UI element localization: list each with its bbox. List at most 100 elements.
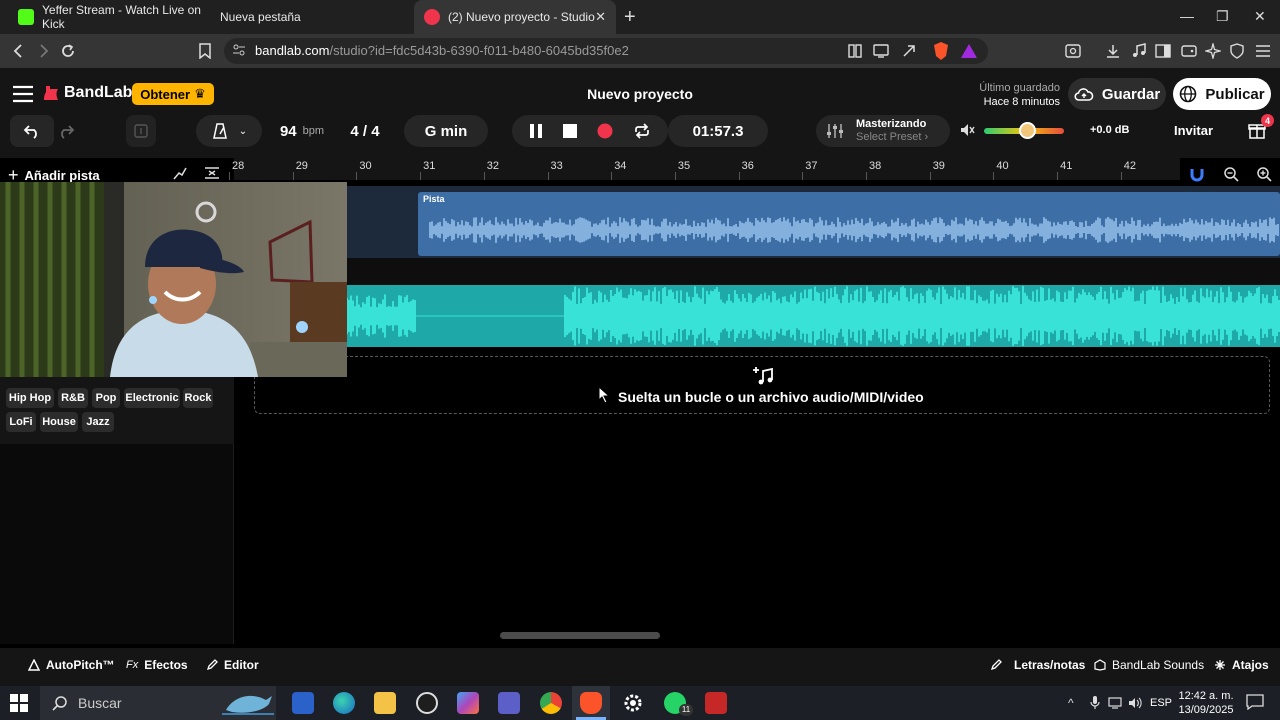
- stop-button[interactable]: [563, 124, 577, 138]
- kick-favicon-icon: [18, 9, 34, 25]
- genre-chip-house[interactable]: House: [40, 412, 78, 432]
- cast-icon[interactable]: [870, 40, 892, 62]
- downloads-icon[interactable]: [1102, 40, 1124, 62]
- browser-menu-icon[interactable]: [1252, 40, 1274, 62]
- close-window-icon[interactable]: ✕: [1254, 8, 1266, 25]
- volume-knob[interactable]: [1019, 122, 1036, 139]
- publish-button[interactable]: Publicar: [1173, 78, 1271, 110]
- input-language[interactable]: ESP: [1150, 697, 1172, 709]
- site-info-icon[interactable]: [232, 43, 246, 57]
- hamburger-menu-icon[interactable]: [12, 85, 34, 103]
- snapshot-button[interactable]: [126, 115, 156, 147]
- genre-chip-hiphop[interactable]: Hip Hop: [6, 388, 54, 408]
- reload-icon[interactable]: [57, 40, 79, 62]
- browser-tab-kick[interactable]: Yeffer Stream - Watch Live on Kick: [8, 0, 208, 34]
- minimize-window-icon[interactable]: —: [1180, 8, 1194, 24]
- get-membership-button[interactable]: Obtener ♛: [132, 83, 214, 105]
- tempo-control[interactable]: 94 bpm: [264, 115, 340, 147]
- bar-tick-line: [674, 172, 676, 180]
- studio-bottom-bar: [0, 648, 1280, 686]
- zoom-out-icon[interactable]: [1223, 166, 1239, 182]
- fit-tracks-icon[interactable]: [204, 165, 220, 181]
- brave-taskbar-icon[interactable]: [580, 692, 602, 714]
- speaker-icon[interactable]: [960, 123, 976, 137]
- genre-chip-pop[interactable]: Pop: [92, 388, 120, 408]
- track-separator: [347, 258, 1280, 285]
- maximize-window-icon[interactable]: ❐: [1216, 8, 1229, 25]
- effects-button[interactable]: Fx Efectos: [126, 658, 188, 672]
- screenshot-icon[interactable]: [1062, 40, 1084, 62]
- genre-chip-jazz[interactable]: Jazz: [82, 412, 114, 432]
- loop-button[interactable]: [633, 123, 651, 139]
- bandlab-logo[interactable]: BandLab: [42, 84, 132, 102]
- media-icon[interactable]: [1128, 40, 1150, 62]
- save-button[interactable]: Guardar: [1068, 78, 1166, 110]
- share-icon[interactable]: [898, 40, 920, 62]
- copilot-icon[interactable]: [457, 692, 479, 714]
- store-icon[interactable]: [292, 692, 314, 714]
- browser-tab-new[interactable]: Nueva pestaña: [210, 0, 410, 34]
- browser-tab-bandlab[interactable]: (2) Nuevo proyecto - Studio ✕: [414, 0, 616, 34]
- back-icon[interactable]: [8, 40, 30, 62]
- time-signature-control[interactable]: 4 / 4: [340, 115, 390, 147]
- file-explorer-icon[interactable]: [374, 692, 396, 714]
- mastering-preset: Select Preset: [856, 131, 922, 143]
- reader-mode-icon[interactable]: [844, 40, 866, 62]
- chrome-icon[interactable]: [540, 692, 562, 714]
- timeline-ruler[interactable]: [234, 158, 1180, 180]
- vpn-icon[interactable]: [1226, 40, 1248, 62]
- tray-chevron-up-icon[interactable]: ^: [1068, 696, 1074, 710]
- volume-tray-icon[interactable]: [1128, 697, 1144, 709]
- metronome-button[interactable]: ⌄: [196, 115, 262, 147]
- edge-icon[interactable]: [333, 692, 355, 714]
- zoom-in-icon[interactable]: [1256, 166, 1272, 182]
- genre-chip-rnb[interactable]: R&B: [58, 388, 88, 408]
- taskbar-clock[interactable]: 12:42 a. m. 13/09/2025: [1176, 689, 1236, 717]
- autopitch-button[interactable]: AutoPitch™: [28, 658, 115, 672]
- volume-slider-track: [984, 120, 1064, 142]
- sidebar-icon[interactable]: [1152, 40, 1174, 62]
- lyrics-notes-button[interactable]: Letras/notas: [990, 658, 1085, 672]
- new-tab-button[interactable]: +: [624, 6, 636, 29]
- mastering-label: Masterizando: [856, 118, 927, 130]
- record-button[interactable]: [597, 123, 613, 139]
- bar-tick-line: [547, 172, 549, 180]
- bar-tick-line: [1120, 172, 1122, 180]
- leo-ai-icon[interactable]: [1202, 40, 1224, 62]
- mastering-preset-control[interactable]: Masterizando Select Preset ›: [816, 115, 950, 147]
- windows-start-icon[interactable]: [10, 694, 28, 712]
- genre-chip-lofi[interactable]: LoFi: [6, 412, 36, 432]
- brave-rewards-icon[interactable]: [958, 40, 980, 62]
- publish-button-label: Publicar: [1205, 85, 1265, 103]
- genre-chip-rock[interactable]: Rock: [183, 388, 213, 408]
- add-music-icon: [752, 366, 774, 386]
- microphone-tray-icon[interactable]: [1090, 696, 1100, 710]
- voicemeeter-icon[interactable]: [705, 692, 727, 714]
- volume-db-readout: +0.0 dB: [1090, 124, 1130, 136]
- pencil-icon: [206, 659, 218, 671]
- key-control[interactable]: G min: [404, 115, 488, 147]
- network-tray-icon[interactable]: [1108, 697, 1124, 709]
- invite-button[interactable]: Invitar: [1174, 123, 1213, 138]
- track-1-audio-clip[interactable]: [418, 192, 1280, 256]
- genre-chip-electronic[interactable]: Electronic: [124, 388, 180, 408]
- forward-icon[interactable]: [32, 40, 54, 62]
- bandlab-sounds-button[interactable]: BandLab Sounds: [1094, 658, 1204, 672]
- brave-shields-icon[interactable]: [930, 40, 952, 62]
- notifications-icon[interactable]: [1246, 694, 1264, 710]
- teams-icon[interactable]: [498, 692, 520, 714]
- editor-button[interactable]: Editor: [206, 658, 259, 672]
- close-tab-icon[interactable]: ✕: [595, 9, 606, 25]
- track-2-audio-clip[interactable]: [347, 285, 1280, 347]
- shortcuts-button[interactable]: Atajos: [1214, 658, 1269, 672]
- project-title[interactable]: Nuevo proyecto: [540, 86, 740, 102]
- wallet-icon[interactable]: [1178, 40, 1200, 62]
- redo-button[interactable]: [44, 115, 88, 147]
- obs-icon[interactable]: [416, 692, 438, 714]
- horizontal-scrollbar[interactable]: [500, 632, 660, 639]
- settings-gear-icon[interactable]: [622, 692, 644, 714]
- automation-icon[interactable]: [172, 165, 188, 181]
- pause-button[interactable]: [529, 123, 543, 139]
- bookmark-icon[interactable]: [194, 40, 216, 62]
- magnet-snap-icon[interactable]: [1190, 167, 1204, 183]
